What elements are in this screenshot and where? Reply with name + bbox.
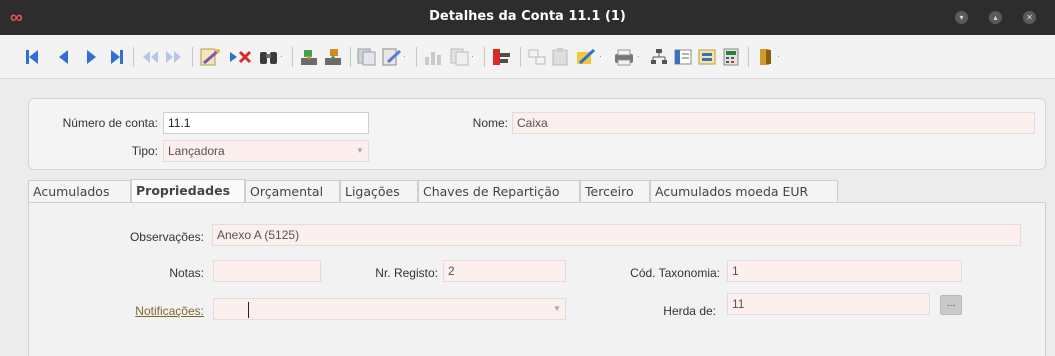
svg-text:·: · (637, 52, 640, 61)
last-record-icon[interactable] (109, 47, 125, 67)
tab-ligacoes[interactable]: Ligações (340, 180, 418, 204)
calculator-icon[interactable] (720, 47, 742, 67)
search-binoculars-icon[interactable]: · (258, 47, 284, 67)
notifications-link[interactable]: Notificações: (100, 304, 204, 318)
duplicate-icon[interactable] (356, 47, 378, 67)
account-number-field[interactable]: 11.1 (163, 112, 369, 134)
text-cursor (248, 302, 249, 318)
window-title: Detalhes da Conta 11.1 (1) (429, 9, 626, 24)
svg-text:·: · (599, 52, 602, 61)
magic-wand-icon[interactable]: · (574, 47, 606, 67)
report-icon[interactable] (490, 47, 514, 67)
name-label: Nome: (472, 116, 508, 130)
copy-icon[interactable]: · (448, 47, 478, 67)
cut-icon[interactable] (526, 47, 548, 67)
previous-record-icon[interactable] (56, 47, 70, 67)
import-icon[interactable] (298, 47, 320, 67)
back-forward-icon[interactable] (140, 47, 184, 67)
print-icon[interactable]: · (612, 47, 644, 67)
inherits-label: Herda de: (663, 304, 716, 318)
taxonomy-label: Cód. Taxonomia: (630, 266, 720, 280)
tab-orcamental[interactable]: Orçamental (245, 180, 340, 204)
registry-label: Nr. Registo: (375, 266, 438, 280)
taxonomy-field[interactable]: 1 (727, 260, 962, 282)
exit-door-icon[interactable]: · (756, 47, 784, 67)
account-number-label: Número de conta: (62, 116, 158, 130)
observations-label: Observações: (129, 230, 204, 244)
tab-acumulados-moeda-eur[interactable]: Acumulados moeda EUR (650, 180, 838, 204)
tab-chaves-reparticao[interactable]: Chaves de Repartição (418, 180, 580, 204)
chart-icon[interactable] (422, 47, 446, 67)
title-bar: ∞ Detalhes da Conta 11.1 (1) ▾ ▴ ✕ (0, 0, 1055, 35)
tab-terceiro[interactable]: Terceiro (580, 180, 650, 204)
type-select-value: Lançadora (168, 144, 225, 158)
toolbar: · · · · · · (0, 35, 1055, 79)
svg-text:·: · (777, 52, 780, 61)
chevron-down-icon: ▼ (356, 146, 364, 155)
export-icon[interactable] (322, 47, 344, 67)
inherits-browse-button[interactable]: ... (940, 295, 962, 315)
name-field[interactable]: Caixa (512, 112, 1035, 134)
chevron-down-icon: ▼ (553, 304, 561, 313)
svg-text:·: · (280, 52, 283, 61)
tab-acumulados[interactable]: Acumulados (28, 180, 131, 204)
notes-field[interactable] (213, 260, 321, 282)
edit-document-icon[interactable]: · (380, 47, 410, 67)
registry-field[interactable]: 2 (443, 260, 566, 282)
first-record-icon[interactable] (24, 47, 40, 67)
edit-wand-icon[interactable] (198, 47, 222, 67)
paste-icon[interactable] (550, 47, 572, 67)
tree-icon[interactable] (648, 47, 670, 67)
notes-label: Notas: (169, 266, 204, 280)
delete-icon[interactable] (228, 47, 254, 67)
svg-text:·: · (471, 52, 474, 61)
inherits-field[interactable]: 11 (727, 293, 930, 315)
observations-field[interactable]: Anexo A (5125) (212, 224, 1021, 246)
tab-propriedades[interactable]: Propriedades (131, 179, 245, 204)
notifications-select[interactable]: ▼ (213, 298, 566, 320)
close-button[interactable]: ✕ (1023, 11, 1036, 24)
list-icon[interactable] (672, 47, 694, 67)
type-select[interactable]: Lançadora ▼ (163, 140, 369, 162)
next-record-icon[interactable] (85, 47, 99, 67)
maximize-button[interactable]: ▴ (989, 11, 1002, 24)
form-icon[interactable] (696, 47, 718, 67)
minimize-button[interactable]: ▾ (955, 11, 968, 24)
svg-text:·: · (403, 52, 406, 61)
type-label: Tipo: (131, 144, 158, 158)
